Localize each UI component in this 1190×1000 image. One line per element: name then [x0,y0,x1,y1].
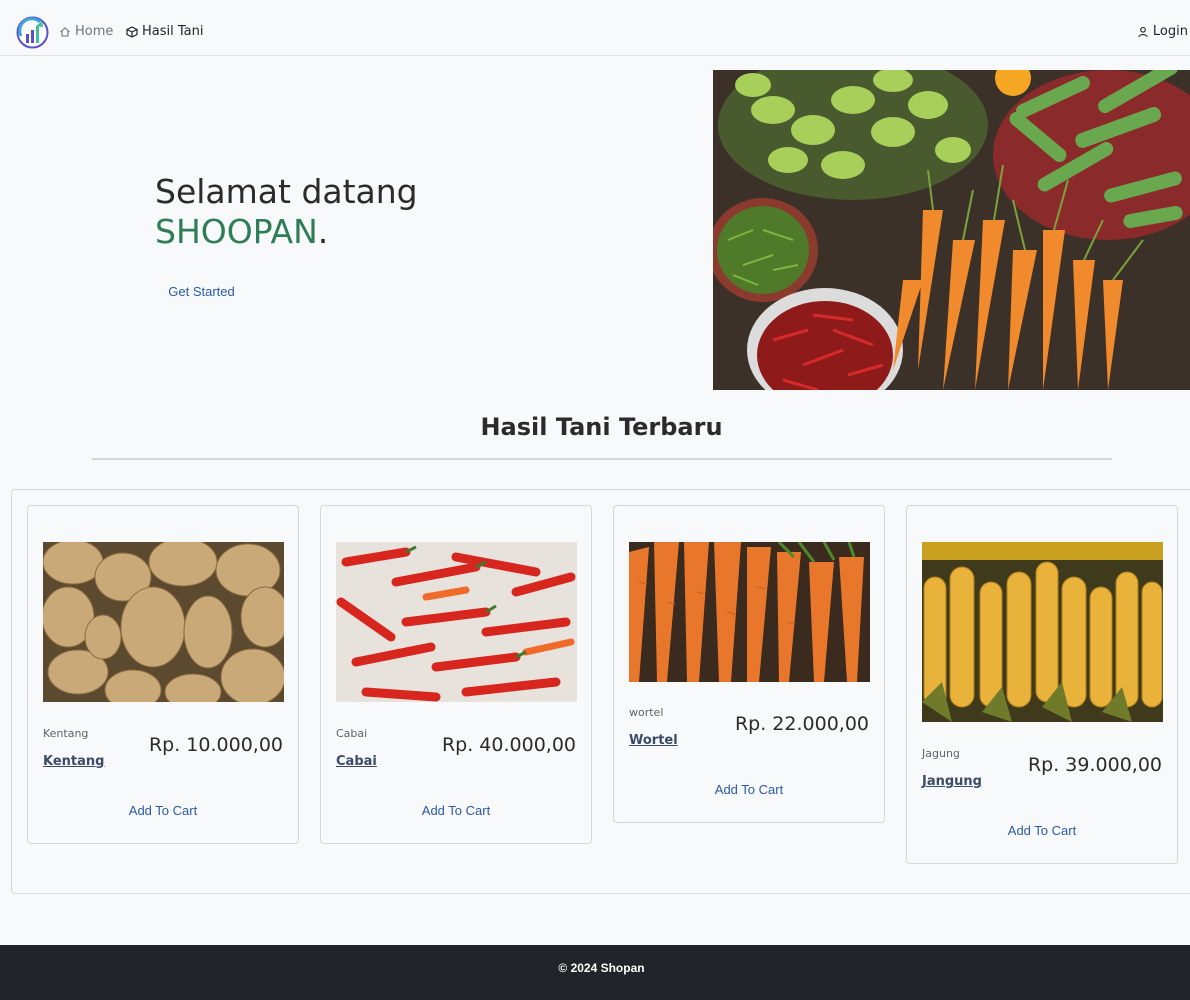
nav-home-label: Home [75,24,114,39]
product-card: Jagung Jangung Rp. 39.000,00 Add To Cart [906,505,1178,864]
nav-hasil-tani-link[interactable]: Hasil Tani [126,23,203,41]
product-name-link[interactable]: Jangung [922,774,982,790]
hero-greeting: Selamat datang [155,172,418,211]
product-category: Cabai [336,727,368,740]
nav-login-label: Login [1152,24,1188,39]
product-category: wortel [629,706,664,719]
product-card: Kentang Kentang Rp. 10.000,00 Add To Car… [27,505,299,844]
nav-home-link[interactable]: Home [59,23,113,41]
footer: © 2024 Shopan [0,945,1190,1000]
products-panel: Kentang Kentang Rp. 10.000,00 Add To Car… [11,489,1190,894]
nav-hasil-tani-label: Hasil Tani [142,24,204,39]
section-divider [92,458,1112,460]
hero-vegetables-image [713,70,1190,390]
product-name-link[interactable]: Wortel [629,733,678,749]
hero-brand-name: SHOOPAN [155,212,318,251]
product-name-link[interactable]: Cabai [336,754,377,770]
hero-brand-punct: . [317,212,329,251]
get-started-button[interactable]: Get Started [155,279,248,305]
product-name-link[interactable]: Kentang [43,754,104,770]
add-to-cart-button[interactable]: Add To Cart [907,821,1177,841]
footer-copyright: © 2024 Shopan [558,961,645,975]
section-title: Hasil Tani Terbaru [480,413,723,441]
nav-login-link[interactable]: Login [1137,23,1188,41]
hero-brand: SHOOPAN. [155,212,328,252]
add-to-cart-button[interactable]: Add To Cart [28,801,298,821]
product-image-chili[interactable] [336,542,577,702]
product-category: Kentang [43,727,89,740]
person-icon [1137,26,1149,38]
product-price: Rp. 22.000,00 [734,713,869,735]
product-price: Rp. 10.000,00 [148,734,283,756]
add-to-cart-button[interactable]: Add To Cart [321,801,591,821]
box-icon [126,26,138,38]
product-card: wortel Wortel Rp. 22.000,00 Add To Cart [613,505,885,823]
product-price: Rp. 40.000,00 [441,734,576,756]
navbar: Home Hasil Tani Login [0,0,1190,56]
home-icon [59,26,71,38]
product-price: Rp. 39.000,00 [1027,754,1162,776]
product-category: Jagung [922,747,960,760]
shopan-logo-icon[interactable] [16,16,49,49]
product-image-corn[interactable] [922,542,1163,722]
product-card: Cabai Cabai Rp. 40.000,00 Add To Cart [320,505,592,844]
product-image-potato[interactable] [43,542,284,702]
add-to-cart-button[interactable]: Add To Cart [614,780,884,800]
product-image-carrot[interactable] [629,542,870,682]
